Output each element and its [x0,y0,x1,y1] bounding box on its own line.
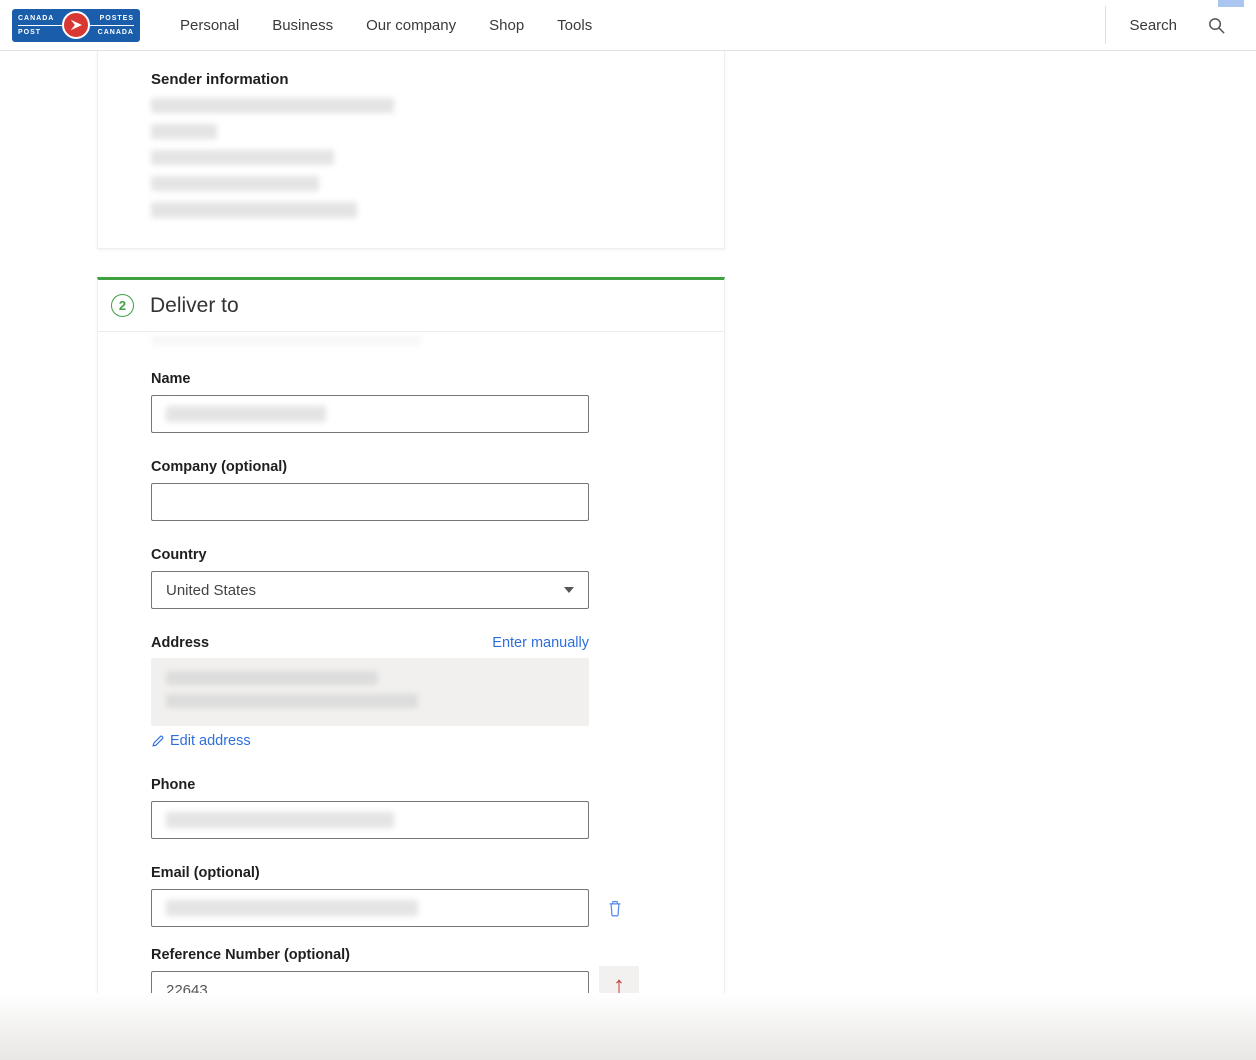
deliver-to-title: Deliver to [150,294,239,318]
redacted-text [151,336,421,345]
scrollbar-fragment [1218,0,1244,7]
phone-label: Phone [151,777,684,793]
enter-manually-link[interactable]: Enter manually [492,635,589,651]
redacted-text [166,406,326,422]
country-label: Country [151,547,684,563]
email-input[interactable] [151,889,589,927]
redacted-text [151,176,319,191]
address-field-group: Address Enter manually Edit address [151,635,684,749]
wing-emblem-icon [62,11,90,39]
nav-item-our-company[interactable]: Our company [366,17,456,34]
name-input[interactable] [151,395,589,433]
nav-item-shop[interactable]: Shop [489,17,524,34]
edit-address-link[interactable]: Edit address [151,733,684,749]
email-row [151,889,684,927]
redacted-text [166,694,418,708]
redacted-text [151,124,217,139]
search-icon[interactable] [1207,16,1226,35]
company-label: Company (optional) [151,459,684,475]
phone-field-group: Phone [151,777,684,839]
header-divider [1105,6,1106,44]
deliver-to-form: Name Company (optional) Country United S… [98,345,724,1009]
pencil-icon [151,734,165,748]
country-select[interactable]: United States [151,571,589,609]
page: CANADA POST POSTES CANADA Personal Busin… [0,0,1256,1060]
redacted-text [151,150,334,165]
top-nav-bar: CANADA POST POSTES CANADA Personal Busin… [0,0,1256,51]
sender-information-title: Sender information [151,71,684,88]
sender-address-block [151,98,684,218]
chevron-down-icon [564,587,574,593]
deliver-to-header: 2 Deliver to [98,280,724,332]
trash-icon[interactable] [607,900,623,917]
nav-item-tools[interactable]: Tools [557,17,592,34]
name-field-group: Name [151,371,684,433]
redacted-text [166,671,378,685]
redacted-text [151,202,357,218]
country-field-group: Country United States [151,547,684,609]
email-label: Email (optional) [151,865,684,881]
email-field-group: Email (optional) [151,865,684,927]
address-label: Address [151,635,209,651]
company-input[interactable] [151,483,589,521]
main-nav: Personal Business Our company Shop Tools [180,17,592,34]
nav-item-personal[interactable]: Personal [180,17,239,34]
redacted-text [166,812,394,828]
canada-post-logo[interactable]: CANADA POST POSTES CANADA [12,9,140,42]
search-button[interactable]: Search [1129,17,1177,34]
logo-text: CANADA [82,29,134,36]
country-selected-value: United States [166,582,256,599]
nav-item-business[interactable]: Business [272,17,333,34]
address-display-box [151,658,589,726]
deliver-to-card: 2 Deliver to Name Company (optional) Cou… [97,277,725,1030]
phone-input[interactable] [151,801,589,839]
reference-label: Reference Number (optional) [151,947,684,963]
redacted-text [166,900,418,916]
company-field-group: Company (optional) [151,459,684,521]
sender-information-card: Sender information [97,51,725,249]
page-footer [0,993,1256,1060]
header-right: Search [1105,6,1256,44]
address-label-row: Address Enter manually [151,635,589,651]
logo-text: POSTES [82,15,134,22]
step-number-badge: 2 [111,294,134,317]
edit-address-label: Edit address [170,733,251,749]
name-label: Name [151,371,684,387]
redacted-text [151,98,394,113]
